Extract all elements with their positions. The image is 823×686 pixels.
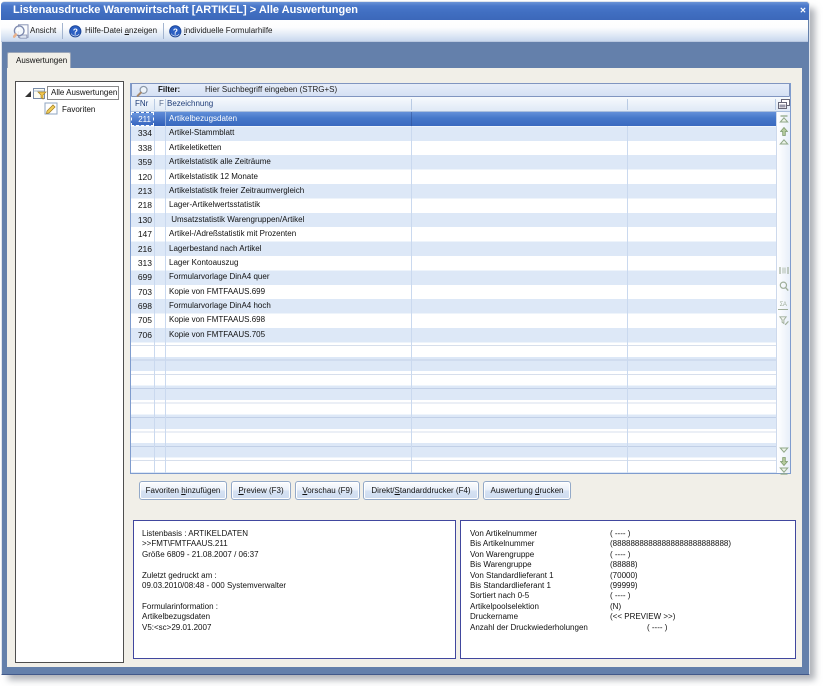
svg-text:?: ? [73, 27, 78, 36]
svg-text:?: ? [173, 27, 178, 36]
